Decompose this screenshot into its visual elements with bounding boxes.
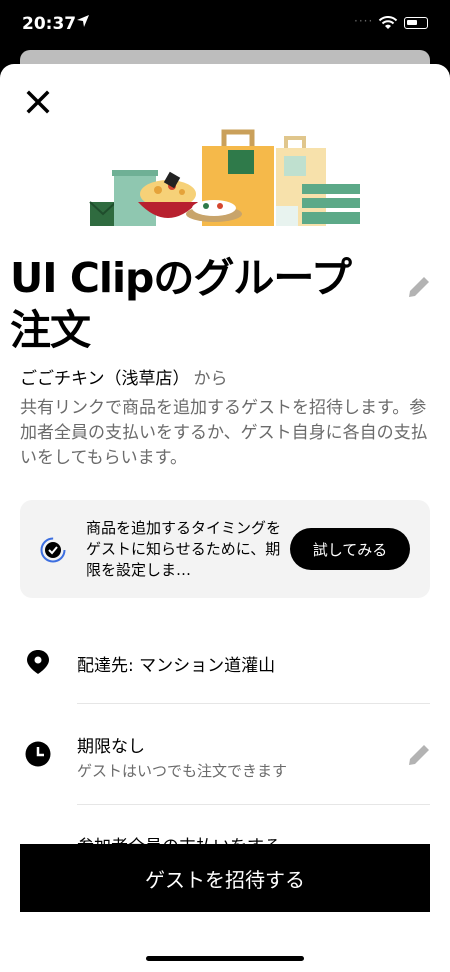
- deadline-promo-card: 商品を追加するタイミングをゲストに知らせるために、期限を設定しま… 試してみる: [20, 500, 430, 598]
- store-from-label: から: [193, 369, 228, 389]
- description: 共有リンクで商品を追加するゲストを招待します。参加者全員の支払いをするか、ゲスト…: [20, 398, 428, 468]
- signal-icon: ····: [354, 14, 374, 28]
- try-button[interactable]: 試してみる: [290, 528, 410, 570]
- location-pin-icon: [27, 650, 49, 674]
- deadline-subtitle: ゲストはいつでも注文できます: [77, 762, 288, 780]
- wifi-icon: [378, 16, 398, 29]
- store-line: ごごチキン（浅草店） から: [20, 364, 228, 389]
- pencil-icon[interactable]: [404, 272, 434, 302]
- timer-check-icon: [40, 537, 66, 563]
- deadline-title[interactable]: 期限なし: [77, 732, 145, 757]
- store-name: ごごチキン（浅草店）: [20, 369, 190, 389]
- status-bar: 20:37 ····: [0, 0, 450, 52]
- promo-text: 商品を追加するタイミングをゲストに知らせるために、期限を設定しま…: [86, 519, 282, 579]
- invite-guests-button[interactable]: ゲストを招待する: [20, 844, 430, 912]
- group-order-sheet: UI Clipのグループ注文 ごごチキン（浅草店） から 共有リンクで商品を追加す…: [0, 64, 450, 972]
- divider: [77, 804, 430, 805]
- page-title: UI Clipのグループ注文: [10, 254, 352, 354]
- divider: [77, 703, 430, 704]
- status-time: 20:37: [22, 14, 77, 34]
- clock-icon: [25, 741, 51, 767]
- location-arrow-icon: [77, 15, 89, 27]
- battery-icon: [404, 17, 428, 29]
- close-icon[interactable]: [20, 84, 56, 120]
- delivery-address[interactable]: 配達先: マンション道灌山: [77, 651, 275, 676]
- home-indicator: [146, 956, 304, 961]
- group-order-illustration: [89, 129, 360, 226]
- pencil-icon[interactable]: [404, 740, 434, 770]
